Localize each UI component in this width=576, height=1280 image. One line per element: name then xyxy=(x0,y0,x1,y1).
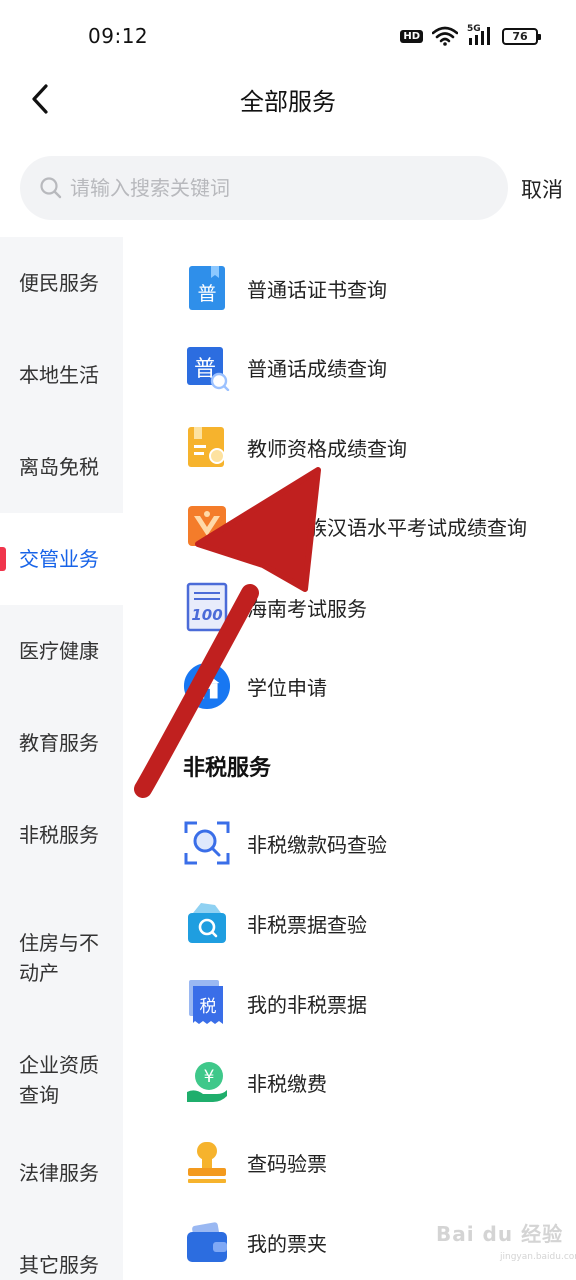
sidebar-item-nontax[interactable]: 非税服务 xyxy=(0,789,123,881)
sidebar-item-label: 法律服务 xyxy=(19,1161,99,1185)
service-label: 学位申请 xyxy=(247,675,327,700)
putonghua-glyph: 普 xyxy=(197,283,216,305)
service-label: 教师资格成绩查询 xyxy=(247,436,407,461)
sidebar-item-legal[interactable]: 法律服务 xyxy=(0,1127,123,1219)
sidebar-item-enterprise[interactable]: 企业资质查询 xyxy=(0,1017,123,1143)
service-label: 海南考试服务 xyxy=(247,596,367,621)
service-hainan-exam[interactable]: 100 海南考试服务 xyxy=(183,578,563,636)
service-label: 普通话成绩查询 xyxy=(247,356,387,381)
sidebar-item-education[interactable]: 教育服务 xyxy=(0,697,123,789)
tax-glyph: 税 xyxy=(200,997,217,1017)
putonghua-certificate-icon: 普 xyxy=(183,264,231,312)
service-label: 普通话证书查询 xyxy=(247,277,387,302)
sidebar-item-label: 非税服务 xyxy=(19,823,99,847)
wifi-icon xyxy=(432,26,458,46)
status-time: 09:12 xyxy=(88,24,149,48)
service-code-ticket-verify[interactable]: 查码验票 xyxy=(183,1133,563,1191)
cancel-button[interactable]: 取消 xyxy=(521,174,563,204)
signal-icon: 5G xyxy=(467,24,493,46)
sidebar-item-medical[interactable]: 医疗健康 xyxy=(0,605,123,697)
service-label: 非税缴款码查验 xyxy=(247,832,387,857)
sidebar-item-label: 便民服务 xyxy=(19,271,99,295)
service-label: 我的非税票据 xyxy=(247,992,367,1017)
service-nontax-receipt-verify[interactable]: 非税票据查验 xyxy=(183,894,563,952)
service-teacher-qualification[interactable]: 教师资格成绩查询 xyxy=(183,418,563,476)
sidebar-item-traffic[interactable]: 交管业务 xyxy=(0,513,123,605)
search-input[interactable] xyxy=(70,176,470,200)
stamp-icon xyxy=(183,1138,231,1186)
hainan-exam-icon: 100 xyxy=(183,582,231,632)
sidebar-item-label: 本地生活 xyxy=(19,363,99,387)
sidebar-item-convenience[interactable]: 便民服务 xyxy=(0,237,123,329)
degree-application-icon xyxy=(183,662,231,710)
service-label: 非税票据查验 xyxy=(247,912,367,937)
sidebar-item-duty-free[interactable]: 离岛免税 xyxy=(0,421,123,513)
service-putonghua-certificate[interactable]: 普 普通话证书查询 xyxy=(183,259,563,317)
service-degree-application[interactable]: 学位申请 xyxy=(183,657,563,715)
baidu-watermark: Bai du 经验 xyxy=(436,1222,564,1246)
scan-verify-icon xyxy=(183,819,231,867)
search-bar[interactable] xyxy=(20,156,508,220)
service-my-nontax-receipts[interactable]: 税 我的非税票据 xyxy=(183,974,563,1032)
sidebar-item-label: 交管业务 xyxy=(19,547,99,571)
yuan-glyph: ¥ xyxy=(204,1067,215,1087)
receipt-verify-icon xyxy=(183,899,231,947)
teacher-qualification-icon xyxy=(183,423,231,471)
section-title-nontax: 非税服务 xyxy=(183,756,272,781)
sidebar-item-housing[interactable]: 住房与不动产 xyxy=(0,895,110,1021)
service-minority-language-exam[interactable]: 少数民族汉语水平考试成绩查询 xyxy=(183,497,563,555)
score-100-glyph: 100 xyxy=(191,606,222,624)
baidu-watermark-url: jingyan.baidu.com xyxy=(500,1252,576,1262)
service-label: 查码验票 xyxy=(247,1151,327,1176)
sidebar-item-label: 离岛免税 xyxy=(19,455,99,479)
hd-icon: HD xyxy=(400,29,423,43)
service-nontax-code-verify[interactable]: 非税缴款码查验 xyxy=(183,814,563,872)
sidebar-item-label: 教育服务 xyxy=(19,731,99,755)
service-nontax-payment[interactable]: ¥ 非税缴费 xyxy=(183,1053,563,1111)
service-label: 我的票夹 xyxy=(247,1231,327,1256)
category-sidebar: 便民服务 本地生活 离岛免税 交管业务 医疗健康 教育服务 非税服务 住房与不动… xyxy=(0,237,123,1280)
my-receipt-icon: 税 xyxy=(183,979,231,1027)
page-title: 全部服务 xyxy=(240,88,336,116)
nav-header: 全部服务 xyxy=(0,72,576,128)
sidebar-item-label: 医疗健康 xyxy=(19,639,99,663)
sidebar-item-label: 其它服务 xyxy=(19,1253,99,1277)
service-label: 非税缴费 xyxy=(247,1071,327,1096)
wallet-icon xyxy=(183,1218,231,1266)
putonghua-score-icon: 普 xyxy=(183,343,231,391)
sidebar-item-local-life[interactable]: 本地生活 xyxy=(0,329,123,421)
service-putonghua-score[interactable]: 普 普通话成绩查询 xyxy=(183,338,563,396)
sidebar-item-label: 住房与不动产 xyxy=(19,931,99,985)
status-icons: HD 5G 76 xyxy=(400,24,541,46)
status-bar: 09:12 HD 5G 76 xyxy=(0,0,576,72)
sidebar-item-other[interactable]: 其它服务 xyxy=(0,1219,123,1280)
search-icon xyxy=(40,177,62,199)
payment-icon: ¥ xyxy=(183,1058,231,1106)
service-label: 少数民族汉语水平考试成绩查询 xyxy=(247,515,527,540)
battery-icon: 76 xyxy=(502,27,541,45)
minority-language-exam-icon xyxy=(183,502,231,550)
sidebar-item-label: 企业资质查询 xyxy=(19,1053,99,1107)
